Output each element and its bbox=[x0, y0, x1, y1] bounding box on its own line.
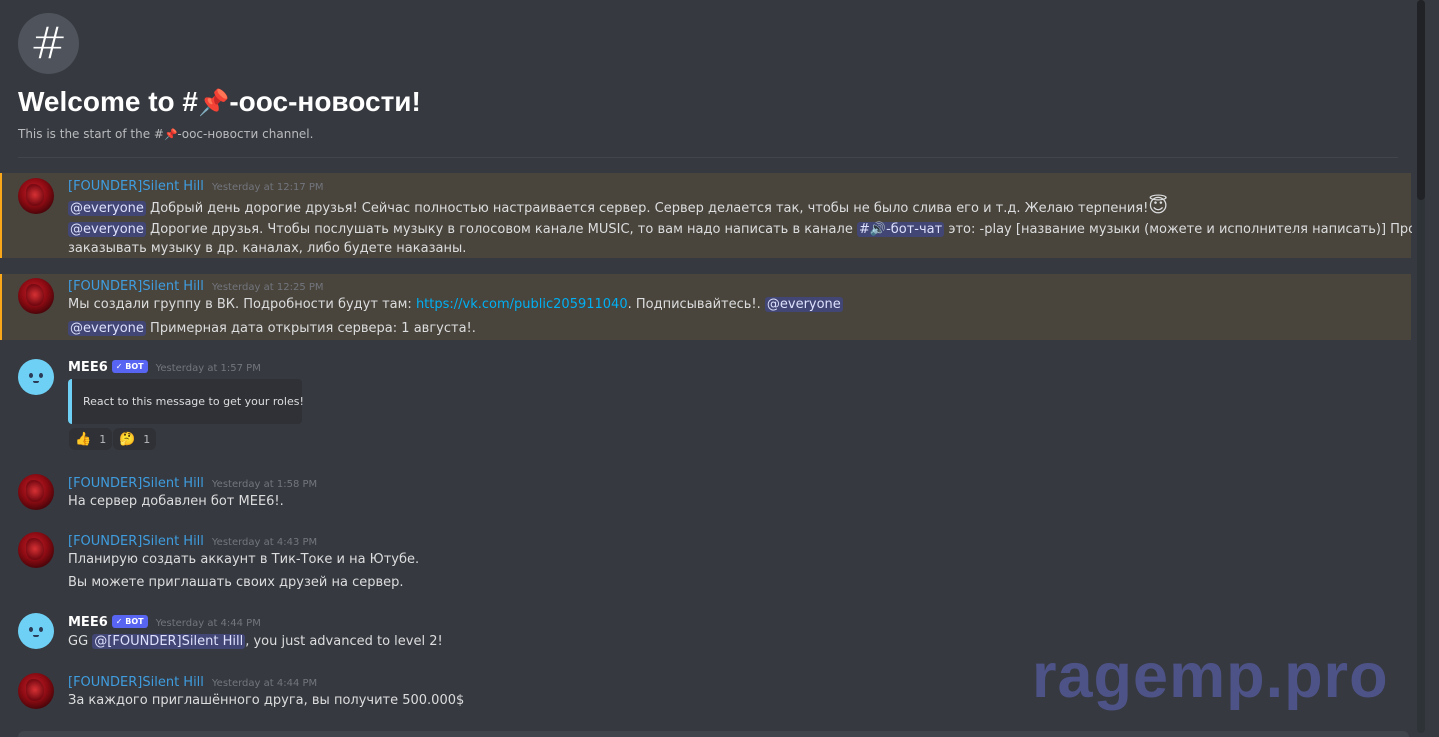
author-name[interactable]: MEE6 bbox=[68, 360, 108, 375]
timestamp: Yesterday at 12:17 PM bbox=[211, 182, 324, 193]
message-header: MEE6 ✓ BOT Yesterday at 1:57 PM bbox=[68, 360, 261, 375]
mee6-avatar[interactable] bbox=[18, 613, 54, 649]
message-text: Вы можете приглашать своих друзей на сер… bbox=[68, 575, 404, 590]
message-header: [FOUNDER]Silent Hill Yesterday at 12:17 … bbox=[68, 179, 324, 194]
welcome-title: Welcome to #📌-оос-новости! bbox=[18, 86, 421, 117]
message-embed: React to this message to get your roles! bbox=[68, 379, 304, 424]
avatar[interactable] bbox=[18, 532, 54, 568]
speaker-icon: 🔊 bbox=[869, 222, 887, 237]
message-text: @everyone Добрый день дорогие друзья! Се… bbox=[68, 195, 1169, 217]
avatar[interactable] bbox=[18, 673, 54, 709]
message-text: GG @[FOUNDER]Silent Hill, you just advan… bbox=[68, 634, 443, 649]
mee6-mouth bbox=[33, 635, 39, 637]
message-header: [FOUNDER]Silent Hill Yesterday at 1:58 P… bbox=[68, 476, 317, 491]
smiling-halo-icon: 😇 bbox=[1148, 195, 1169, 217]
mee6-eye bbox=[29, 373, 33, 378]
pushpin-icon: 📌 bbox=[197, 89, 230, 117]
timestamp: Yesterday at 4:44 PM bbox=[211, 678, 318, 689]
reaction-count: 1 bbox=[143, 432, 151, 446]
mee6-avatar[interactable] bbox=[18, 359, 54, 395]
vk-link[interactable]: https://vk.com/public205911040 bbox=[416, 297, 628, 312]
scrollbar-thumb[interactable] bbox=[1417, 0, 1425, 200]
author-name[interactable]: [FOUNDER]Silent Hill bbox=[68, 675, 204, 690]
author-name[interactable]: [FOUNDER]Silent Hill bbox=[68, 179, 204, 194]
timestamp: Yesterday at 4:44 PM bbox=[155, 618, 261, 629]
timestamp: Yesterday at 1:57 PM bbox=[155, 363, 261, 374]
channel-mention-bot-chat[interactable]: #🔊-бот-чат bbox=[856, 222, 945, 237]
message-text: @everyone Примерная дата открытия сервер… bbox=[68, 321, 476, 336]
reaction-thinking[interactable]: 🤔 1 bbox=[113, 428, 157, 450]
avatar[interactable] bbox=[18, 278, 54, 314]
bot-tag: ✓ BOT bbox=[111, 360, 148, 373]
everyone-mention[interactable]: @everyone bbox=[764, 297, 843, 312]
message-text: Планирую создать аккаунт в Тик-Токе и на… bbox=[68, 552, 420, 567]
hash-icon: # bbox=[18, 13, 79, 74]
everyone-mention[interactable]: @everyone bbox=[68, 222, 146, 237]
bot-tag: ✓ BOT bbox=[111, 615, 148, 628]
everyone-mention[interactable]: @everyone bbox=[68, 201, 146, 216]
embed-description: React to this message to get your roles! bbox=[83, 395, 304, 408]
thumbs-up-icon: 👍 bbox=[75, 431, 92, 447]
channel-welcome: # Welcome to #📌-оос-новости! This is the… bbox=[18, 13, 421, 141]
author-name[interactable]: MEE6 bbox=[68, 615, 108, 630]
message-header: MEE6 ✓ BOT Yesterday at 4:44 PM bbox=[68, 615, 261, 630]
message-header: [FOUNDER]Silent Hill Yesterday at 4:43 P… bbox=[68, 534, 317, 549]
mee6-eye bbox=[29, 627, 33, 632]
pushpin-icon: 📌 bbox=[163, 128, 178, 141]
author-name[interactable]: [FOUNDER]Silent Hill bbox=[68, 476, 204, 491]
message-composer-edge[interactable] bbox=[18, 731, 1409, 737]
author-name[interactable]: [FOUNDER]Silent Hill bbox=[68, 279, 204, 294]
timestamp: Yesterday at 1:58 PM bbox=[211, 479, 318, 490]
reaction-thumbs-up[interactable]: 👍 1 bbox=[69, 428, 113, 450]
avatar[interactable] bbox=[18, 474, 54, 510]
message-text: заказывать музыку в др. каналах, либо бу… bbox=[68, 241, 467, 256]
welcome-subtitle: This is the start of the #📌-оос-новости … bbox=[18, 127, 314, 141]
user-mention[interactable]: @[FOUNDER]Silent Hill bbox=[92, 634, 246, 649]
timestamp: Yesterday at 12:25 PM bbox=[211, 282, 324, 293]
chat-area[interactable]: # Welcome to #📌-оос-новости! This is the… bbox=[0, 0, 1412, 737]
thinking-face-icon: 🤔 bbox=[119, 431, 136, 447]
avatar[interactable] bbox=[18, 178, 54, 214]
timestamp: Yesterday at 4:43 PM bbox=[211, 537, 318, 548]
mee6-eye bbox=[39, 373, 43, 378]
message-header: [FOUNDER]Silent Hill Yesterday at 4:44 P… bbox=[68, 675, 317, 690]
message-text: На сервер добавлен бот MEE6!. bbox=[68, 494, 284, 509]
message-text: Мы создали группу в ВК. Подробности буду… bbox=[68, 297, 843, 312]
divider bbox=[18, 157, 1398, 158]
everyone-mention[interactable]: @everyone bbox=[68, 321, 146, 336]
message-text: @everyone Дорогие друзья. Чтобы послушат… bbox=[68, 222, 1412, 237]
message-text: За каждого приглашённого друга, вы получ… bbox=[68, 693, 465, 708]
watermark: ragemp.pro bbox=[1032, 641, 1389, 711]
author-name[interactable]: [FOUNDER]Silent Hill bbox=[68, 534, 204, 549]
message-header: [FOUNDER]Silent Hill Yesterday at 12:25 … bbox=[68, 279, 324, 294]
reaction-count: 1 bbox=[99, 432, 107, 446]
mee6-mouth bbox=[33, 381, 39, 383]
mee6-eye bbox=[39, 627, 43, 632]
